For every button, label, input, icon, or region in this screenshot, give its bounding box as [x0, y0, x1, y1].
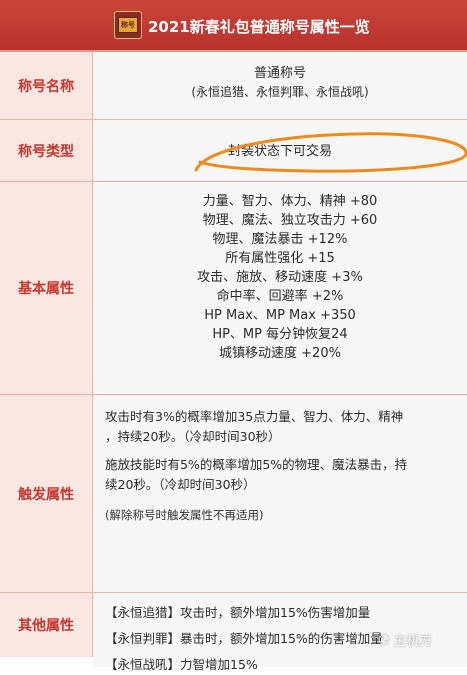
page-header: 称号 2021新春礼包普通称号属性一览	[0, 0, 467, 50]
row-basic: 基本属性 力量、智力、体力、精神 +80 物理、魔法、独立攻击力 +60 物理、…	[0, 182, 467, 395]
basic-attr-line: 攻击、施放、移动速度 +3%	[197, 270, 363, 285]
row-label: 称号名称	[0, 52, 93, 119]
row-label: 基本属性	[0, 182, 93, 394]
row-title-name: 称号名称 普通称号 (永恒追猎、永恒判罪、永恒战吼)	[0, 52, 467, 120]
trigger-note: (解除称号时触发属性不再适用)	[105, 508, 264, 522]
row-content: 力量、智力、体力、精神 +80 物理、魔法、独立攻击力 +60 物理、魔法暴击 …	[93, 182, 467, 394]
basic-attr-line: 物理、魔法暴击 +12%	[212, 232, 348, 247]
trigger-effect-1: 攻击时有3%的概率增加35点力量、智力、体力、精神 ，持续20秒。（冷却时间30…	[105, 409, 404, 444]
basic-attr-line: HP Max、MP Max +350	[204, 308, 356, 323]
row-title-type: 称号类型 封装状态下可交易	[0, 120, 467, 182]
basic-attr-line: 城镇移动速度 +20%	[219, 346, 341, 361]
basic-attr-line: 所有属性强化 +15	[225, 251, 335, 266]
row-label: 称号类型	[0, 120, 93, 181]
basic-attr-line: HP、MP 每分钟恢复24	[212, 327, 348, 342]
row-label: 触发属性	[0, 395, 93, 592]
basic-attr-line: 物理、魔法、独立攻击力 +60	[202, 213, 378, 228]
watermark: ◔ 主机方	[378, 628, 458, 650]
trigger-effect-2: 施放技能时有5%的概率增加5%的物理、魔法暴击，持 续20秒。（冷却时间30秒）	[105, 457, 408, 492]
watermark-logo-icon: ◔	[378, 631, 390, 647]
row-label: 其他属性	[0, 593, 93, 657]
orange-circle-annotation	[194, 132, 467, 173]
title-variants: (永恒追猎、永恒判罪、永恒战吼)	[191, 85, 369, 99]
row-content: 封装状态下可交易	[93, 120, 467, 181]
gift-box-logo-icon: 称号	[114, 11, 142, 39]
row-content: 攻击时有3%的概率增加35点力量、智力、体力、精神 ，持续20秒。（冷却时间30…	[93, 395, 467, 592]
attribute-table: 称号名称 普通称号 (永恒追猎、永恒判罪、永恒战吼) 称号类型 封装状态下可交易…	[0, 50, 467, 672]
watermark-text: 主机方	[393, 633, 433, 649]
page-title: 2021新春礼包普通称号属性一览	[148, 18, 370, 36]
basic-attr-line: 力量、智力、体力、精神 +80	[202, 194, 378, 209]
other-attr-line: 【永恒战吼】力智增加15%	[105, 657, 258, 672]
row-trigger: 触发属性 攻击时有3%的概率增加35点力量、智力、体力、精神 ，持续20秒。（冷…	[0, 395, 467, 593]
title-name: 普通称号	[253, 66, 306, 81]
row-content: 普通称号 (永恒追猎、永恒判罪、永恒战吼)	[93, 52, 467, 119]
basic-attr-line: 命中率、回避率 +2%	[216, 289, 344, 304]
other-attr-line: 【永恒追猎】攻击时，额外增加15%伤害增加量	[105, 605, 371, 620]
